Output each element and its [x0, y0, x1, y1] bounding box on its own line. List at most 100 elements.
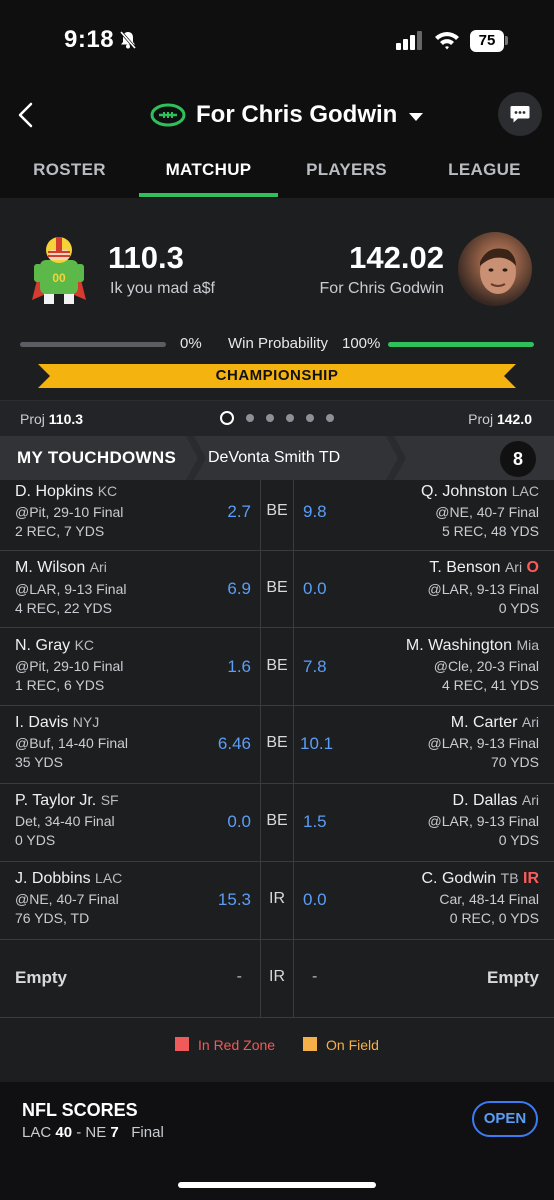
points-left: 1.6 — [227, 657, 251, 676]
slot-label: BE — [266, 812, 288, 829]
right-team-name[interactable]: For Chris Godwin — [320, 280, 444, 298]
player-right[interactable]: C. Godwin TB IR — [422, 870, 540, 888]
empty-slot-right[interactable]: Empty — [487, 968, 539, 988]
points-left: 6.46 — [217, 734, 251, 753]
tab-league[interactable]: LEAGUE — [415, 160, 554, 180]
stat-line-left: 35 YDS — [15, 754, 63, 770]
roster-row: M. Wilson Ari @LAR, 9-13 Final 4 REC, 22… — [0, 550, 554, 628]
projection-right: Proj 142.0 — [468, 411, 532, 427]
points-left: 2.7 — [227, 502, 251, 521]
page-dot[interactable] — [286, 414, 294, 422]
points-right: 0.0 — [303, 579, 327, 598]
slot-label: BE — [266, 734, 288, 751]
roster-row: P. Taylor Jr. SF Det, 34-40 Final 0 YDS … — [0, 784, 554, 862]
game-info-right: @LAR, 9-13 Final — [427, 813, 539, 829]
tab-matchup[interactable]: MATCHUP — [139, 160, 278, 180]
stat-line-left: 0 YDS — [15, 832, 56, 848]
player-right[interactable]: T. Benson Ari O — [429, 559, 539, 577]
team-selector[interactable]: For Chris Godwin — [150, 98, 424, 132]
face-photo-icon — [480, 248, 516, 294]
slot-label: IR — [269, 890, 285, 907]
page-dot[interactable] — [246, 414, 254, 422]
red-zone-label: In Red Zone — [198, 1037, 276, 1053]
projection-row: Proj 110.3 Proj 142.0 — [0, 400, 554, 437]
page-dot[interactable] — [266, 414, 274, 422]
right-score: 142.02 — [349, 240, 444, 275]
page-dot[interactable] — [326, 414, 334, 422]
tab-roster[interactable]: ROSTER — [0, 160, 139, 180]
points-right: 9.8 — [303, 502, 327, 521]
banner-chevron-icon — [386, 436, 406, 480]
signal-icon — [396, 31, 422, 50]
battery-tip — [505, 36, 508, 45]
game-info-right: @Cle, 20-3 Final — [433, 658, 539, 674]
slot-label: BE — [266, 579, 288, 596]
stat-line-left: 4 REC, 22 YDS — [15, 600, 113, 616]
player-left[interactable]: J. Dobbins LAC — [15, 870, 122, 888]
game-info-left: @Buf, 14-40 Final — [15, 735, 129, 751]
roster-row: I. Davis NYJ @Buf, 14-40 Final 35 YDS 6.… — [0, 706, 554, 784]
points-right: 7.8 — [303, 657, 327, 676]
home-indicator[interactable] — [178, 1182, 376, 1188]
player-left[interactable]: P. Taylor Jr. SF — [15, 792, 119, 810]
header-title: For Chris Godwin — [196, 101, 398, 128]
game-info-left: @LAR, 9-13 Final — [15, 581, 127, 597]
player-left[interactable]: I. Davis NYJ — [15, 714, 99, 732]
banner-subtitle: DeVonta Smith TD — [208, 449, 341, 466]
win-probability-right: 100% — [342, 335, 381, 352]
open-button[interactable]: OPEN — [472, 1101, 538, 1137]
win-probability-bar-right — [388, 342, 534, 347]
team-avatar-right[interactable] — [458, 232, 532, 306]
team-avatar-left[interactable]: 00 — [28, 230, 90, 306]
slot-label: BE — [266, 502, 288, 519]
win-probability-bar-left — [20, 342, 166, 347]
game-info-right: @NE, 40-7 Final — [435, 504, 539, 520]
nfl-scores-title: NFL SCORES — [22, 1100, 138, 1120]
stat-line-right: 70 YDS — [491, 754, 539, 770]
active-tab-indicator — [139, 193, 278, 197]
stat-line-right: 5 REC, 48 YDS — [441, 523, 539, 539]
player-left[interactable]: M. Wilson Ari — [15, 559, 107, 577]
touchdowns-banner[interactable]: MY TOUCHDOWNS DeVonta Smith TD 8 — [0, 436, 554, 480]
back-chevron-icon[interactable] — [14, 100, 38, 130]
tab-players[interactable]: PLAYERS — [278, 160, 415, 180]
player-left[interactable]: D. Hopkins KC — [15, 483, 117, 501]
game-info-left: @NE, 40-7 Final — [15, 891, 119, 907]
stat-line-right: 4 REC, 41 YDS — [441, 677, 539, 693]
points-right: - — [312, 968, 318, 985]
bell-muted-icon — [119, 31, 137, 49]
game-info-right: Car, 48-14 Final — [439, 891, 539, 907]
battery-indicator: 75 — [470, 30, 504, 52]
player-right[interactable]: D. Dallas Ari — [453, 792, 539, 810]
svg-text:00: 00 — [52, 271, 66, 285]
game-info-right: @LAR, 9-13 Final — [427, 735, 539, 751]
win-probability-left: 0% — [180, 335, 202, 352]
roster-row: D. Hopkins KC @Pit, 29-10 Final 2 REC, 7… — [0, 480, 554, 551]
status-time: 9:18 — [64, 26, 115, 53]
points-left: 15.3 — [217, 890, 251, 909]
player-right[interactable]: M. Carter Ari — [451, 714, 539, 732]
on-field-label: On Field — [326, 1037, 379, 1053]
game-info-left: Det, 34-40 Final — [15, 813, 115, 829]
stat-line-left: 2 REC, 7 YDS — [15, 523, 105, 539]
left-team-name[interactable]: Ik you mad a$f — [110, 280, 215, 298]
page-dot[interactable] — [306, 414, 314, 422]
injury-tag-ir: IR — [523, 870, 539, 887]
points-left: - — [236, 968, 242, 985]
left-score: 110.3 — [108, 240, 184, 275]
red-zone-swatch — [175, 1037, 189, 1051]
stat-line-right: 0 YDS — [498, 832, 539, 848]
projection-left: Proj 110.3 — [20, 411, 84, 427]
player-right[interactable]: M. Washington Mia — [406, 637, 539, 655]
roster-row: J. Dobbins LAC @NE, 40-7 Final 76 YDS, T… — [0, 862, 554, 940]
player-left[interactable]: N. Gray KC — [15, 637, 94, 655]
player-right[interactable]: Q. Johnston LAC — [421, 483, 539, 501]
page-indicator[interactable] — [220, 411, 346, 425]
chat-button[interactable] — [498, 92, 542, 136]
empty-slot-left[interactable]: Empty — [15, 968, 67, 988]
nfl-scores-footer[interactable]: NFL SCORES LAC 40 - NE 7 Final OPEN — [0, 1082, 554, 1200]
page-dot-active[interactable] — [220, 411, 234, 425]
points-left: 0.0 — [227, 812, 251, 831]
tab-bar: ROSTER MATCHUP PLAYERS LEAGUE — [0, 150, 554, 198]
game-info-left: @Pit, 29-10 Final — [15, 504, 124, 520]
